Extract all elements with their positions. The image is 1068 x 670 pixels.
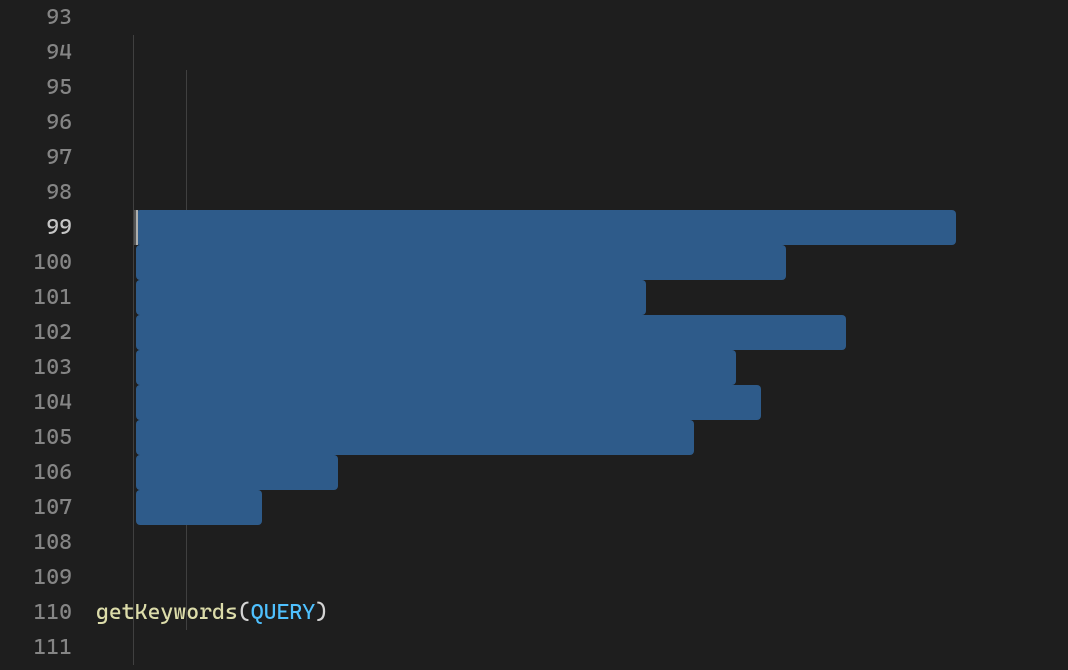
line-number: 100 <box>0 245 72 280</box>
line-number: 98 <box>0 175 72 210</box>
indent-guides <box>96 0 1068 670</box>
line-number: 99 <box>0 210 72 245</box>
line-number: 97 <box>0 140 72 175</box>
line-number: 103 <box>0 350 72 385</box>
line-number: 96 <box>0 105 72 140</box>
line-number: 107 <box>0 490 72 525</box>
line-number: 108 <box>0 525 72 560</box>
text-cursor <box>136 210 138 245</box>
code-line[interactable] <box>96 455 1068 490</box>
line-number: 104 <box>0 385 72 420</box>
token-fn: getKeywords <box>96 600 238 625</box>
code-editor[interactable]: 93 94 95 96 97 98 99 100 101 102 103 104… <box>0 0 1068 670</box>
code-line[interactable]: getKeywords(QUERY) <box>96 595 1068 630</box>
code-area[interactable]: getKeywords(QUERY) .then(async results =… <box>96 0 1068 670</box>
line-number: 94 <box>0 35 72 70</box>
line-number: 111 <box>0 630 72 665</box>
line-number: 93 <box>0 0 72 35</box>
line-number: 95 <box>0 70 72 105</box>
line-number: 101 <box>0 280 72 315</box>
line-number: 109 <box>0 560 72 595</box>
line-number: 102 <box>0 315 72 350</box>
token-const: QUERY <box>251 600 315 625</box>
line-number-gutter: 93 94 95 96 97 98 99 100 101 102 103 104… <box>0 0 96 670</box>
line-number: 105 <box>0 420 72 455</box>
line-number: 110 <box>0 595 72 630</box>
selection-layer <box>96 0 1068 670</box>
line-number: 106 <box>0 455 72 490</box>
